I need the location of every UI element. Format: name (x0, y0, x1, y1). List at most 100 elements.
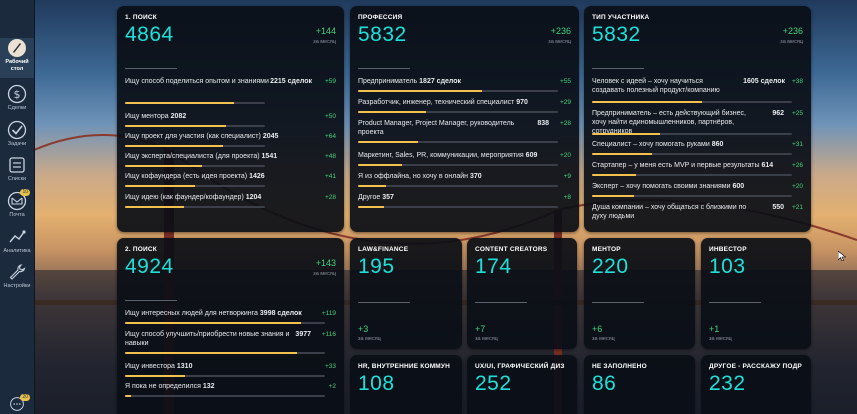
card-delta: +6 (592, 324, 603, 334)
card-total: 195 (358, 255, 395, 278)
progress-bar (358, 206, 558, 208)
progress-bar-fill (358, 111, 426, 113)
card-search2[interactable]: 2. ПОИСК 4924 +143 за месяц Ищу интересн… (117, 238, 344, 414)
sidebar-item-mail[interactable]: 10 Почта (0, 189, 34, 219)
card-title: ПРОФЕССИЯ (358, 14, 403, 21)
list-item[interactable]: Ищу способ улучшить/приобрести новые зна… (125, 330, 336, 358)
row-label: Ищу кофаундера (есть идея проекта) 1426 (125, 172, 265, 181)
row-label-text: Ищу ментора (125, 113, 169, 120)
card-search1[interactable]: 1. ПОИСК 4864 +144 за месяц Ищу способ п… (117, 6, 344, 232)
row-label-text: Эксперт – хочу помогать своими знаниями (592, 183, 731, 190)
list-item[interactable]: Ищу интересных людей для нетворкинга 399… (125, 309, 336, 325)
analytics-icon (9, 230, 26, 243)
list-item[interactable]: Я пока не определился 132 +2 (125, 382, 336, 398)
row-label-text: Ищу кофаундера (есть идея проекта) (125, 173, 248, 180)
list-item[interactable]: Разработчик, инженер, технический специа… (358, 98, 571, 114)
progress-bar-fill (358, 141, 418, 143)
sidebar-item-analytics[interactable]: Аналитика (0, 227, 34, 255)
list-item[interactable]: Ищу ментора 2082 +50 (125, 112, 336, 128)
list-item[interactable]: Ищу инвестора 1310 +33 (125, 362, 336, 378)
row-label: Предприниматель 1827 сделок (358, 77, 461, 86)
list-item[interactable]: Стартапер – у меня есть MVP и первые рез… (592, 161, 803, 177)
list-item[interactable]: Ищу эксперта/специалиста (для проекта) 1… (125, 152, 336, 168)
row-label: Человек с идеей – хочу научиться создава… (592, 77, 732, 95)
list-item[interactable]: Предприниматель 1827 сделок +55 (358, 77, 571, 93)
row-count: 1605 сделок (743, 78, 785, 85)
card-not-filled[interactable]: НЕ ЗАПОЛНЕНО 86 (584, 355, 695, 414)
card-participant-type[interactable]: ТИП УЧАСТНИКА 5832 +236 за месяц Человек… (584, 6, 811, 232)
row-count: 2082 (170, 113, 187, 120)
row-count: 1204 (245, 194, 262, 201)
row-label: Ищу идею (как фаундер/кофаундер) 1204 (125, 193, 261, 202)
card-title: ИНВЕСТОР (709, 246, 747, 253)
sidebar-item-deals[interactable]: $ Сделки (0, 84, 34, 112)
list-item[interactable]: Другое 357 +8 (358, 193, 571, 209)
sidebar-item-tasks[interactable]: Задачи (0, 120, 34, 148)
list-item[interactable]: Ищу способ поделиться опытом и знаниями … (125, 77, 336, 107)
progress-bar (592, 174, 792, 176)
sidebar-item-chat[interactable]: 20 (0, 394, 34, 412)
progress-bar-fill (358, 90, 482, 92)
list-item[interactable]: Душа компании – хочу общаться с близкими… (592, 203, 803, 229)
row-count: 3977 (295, 331, 311, 338)
row-label: Я пока не определился 132 (125, 382, 215, 391)
progress-bar-fill (125, 206, 184, 208)
card-title: ТИП УЧАСТНИКА (592, 14, 650, 21)
row-label-text: Ищу эксперта/специалиста (для проекта) (125, 153, 260, 160)
list-item[interactable]: Человек с идеей – хочу научиться создава… (592, 77, 803, 107)
card-title: МЕНТОР (592, 246, 621, 253)
card-delta: +236 (550, 26, 571, 36)
list-item[interactable]: Ищу проект для участия (как специалист) … (125, 132, 336, 148)
progress-bar (125, 145, 265, 147)
card-ux-ui[interactable]: UX/UI, ГРАФИЧЕСКИЙ ДИЗ 252 (467, 355, 577, 414)
row-label-text: Ищу инвестора (125, 363, 175, 370)
row-label: Стартапер – у меня есть MVP и первые рез… (592, 161, 773, 170)
card-title: CONTENT CREATORS (475, 246, 548, 253)
card-other[interactable]: ДРУГОЕ - РАССКАЖУ ПОДР 232 (701, 355, 811, 414)
card-divider (709, 302, 761, 303)
row-label: Ищу способ поделиться опытом и знаниями (125, 77, 275, 86)
progress-bar (125, 125, 265, 127)
progress-bar-fill (125, 185, 195, 187)
list-item[interactable]: Ищу кофаундера (есть идея проекта) 1426 … (125, 172, 336, 188)
card-content-creators[interactable]: CONTENT CREATORS 174 +7 за месяц (467, 238, 577, 349)
card-title: 2. ПОИСК (125, 246, 157, 253)
row-delta: +21 (791, 204, 803, 211)
card-period: за месяц (358, 336, 381, 342)
list-item[interactable]: Предприниматель – есть действующий бизне… (592, 109, 803, 139)
mail-badge: 10 (20, 189, 30, 196)
row-count: 1426 (249, 173, 265, 180)
card-mentor[interactable]: МЕНТОР 220 +6 за месяц (584, 238, 695, 349)
row-count: 3998 сделок (259, 310, 302, 317)
row-label: Маркетинг, Sales, PR, коммуникации, меро… (358, 151, 537, 160)
row-label-text: Ищу проект для участия (как специалист) (125, 133, 261, 140)
card-law-finance[interactable]: LAW&FINANCE 195 +3 за месяц (350, 238, 462, 349)
progress-bar-fill (125, 102, 235, 104)
list-item[interactable]: Ищу идею (как фаундер/кофаундер) 1204 +2… (125, 193, 336, 209)
card-divider (592, 68, 644, 69)
sidebar-item-workspace[interactable]: Рабочий стол (0, 38, 34, 78)
card-hr[interactable]: HR, ВНУТРЕННИЕ КОММУН 108 (350, 355, 462, 414)
row-delta: +29 (559, 99, 571, 106)
row-label: Другое 357 (358, 193, 394, 202)
list-item[interactable]: Эксперт – хочу помогать своими знаниями … (592, 182, 803, 198)
list-item[interactable]: Я из оффлайна, но хочу в онлайн 370 +9 (358, 172, 571, 188)
row-delta: +28 (559, 120, 571, 127)
card-divider (475, 302, 527, 303)
row-label: Ищу эксперта/специалиста (для проекта) 1… (125, 152, 277, 161)
card-title: 1. ПОИСК (125, 14, 157, 21)
list-item[interactable]: Специалист – хочу помогать руками 860 +3… (592, 140, 803, 156)
progress-bar (358, 185, 558, 187)
sidebar-item-settings[interactable]: Настройки (0, 262, 34, 290)
card-investor[interactable]: ИНВЕСТОР 103 +1 за месяц (701, 238, 811, 349)
progress-bar (125, 102, 265, 104)
list-item[interactable]: Маркетинг, Sales, PR, коммуникации, меро… (358, 151, 571, 167)
row-delta: +28 (324, 194, 336, 201)
row-label-text: Другое (358, 194, 381, 201)
progress-bar-fill (592, 174, 636, 176)
progress-bar-fill (125, 395, 131, 397)
list-item[interactable]: Product Manager, Project Manager, руково… (358, 119, 571, 147)
card-profession[interactable]: ПРОФЕССИЯ 5832 +236 за месяц Предпринима… (350, 6, 579, 232)
sidebar-item-lists[interactable]: Списки (0, 155, 34, 183)
progress-bar-fill (592, 153, 652, 155)
